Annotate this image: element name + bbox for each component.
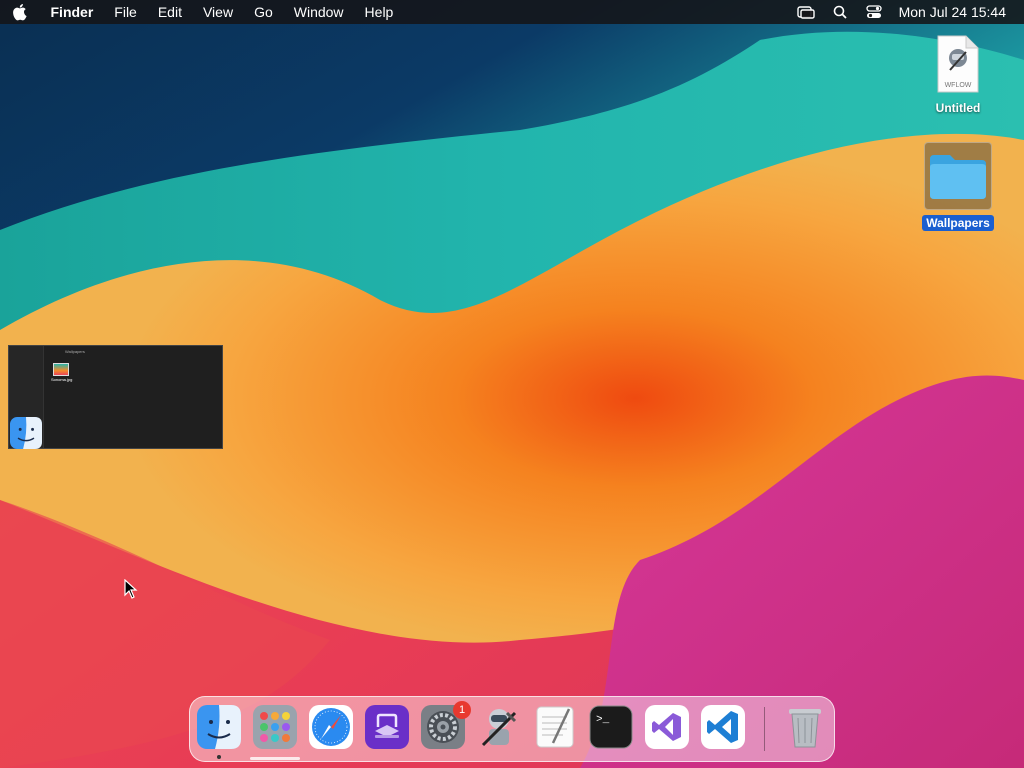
menu-help[interactable]: Help [354,0,404,24]
desktop-icon-untitled[interactable]: WFLOW Untitled [913,34,1003,117]
trash-icon [789,709,821,748]
finder-icon [10,417,42,449]
dock-vscode[interactable] [701,705,745,749]
svg-text:>_: >_ [596,714,610,726]
visual-studio-icon [365,705,409,749]
dock-automator[interactable] [477,705,521,749]
terminal-icon: >_ [589,705,633,749]
vscode-icon [701,705,745,749]
dock-system-settings[interactable]: 1 [421,701,471,749]
finder-icon [197,705,241,749]
workflow-document-icon: WFLOW [937,35,979,93]
launchpad-icon [253,705,297,749]
desktop-icon-label: Untitled [935,101,981,115]
mouse-cursor-icon [124,579,138,599]
search-icon[interactable] [823,0,857,24]
safari-icon [309,705,353,749]
control-center-icon[interactable] [857,0,891,24]
dock-separator [764,707,765,751]
menu-bar: Finder File Edit View Go Window Help Mon… [0,0,1024,24]
menu-window[interactable]: Window [283,0,354,24]
textedit-icon [536,706,574,748]
selection-highlight [924,142,992,210]
menu-go[interactable]: Go [244,0,284,24]
running-indicator [217,755,221,759]
visual-studio-purple-icon [645,705,689,749]
menu-edit[interactable]: Edit [147,0,192,24]
menu-app-name[interactable]: Finder [40,0,104,24]
notification-badge: 1 [453,701,471,719]
screen-mirroring-icon[interactable] [789,0,823,24]
thumbnail-file-preview [53,363,69,376]
dock-textedit[interactable] [533,705,577,749]
automator-icon [481,709,517,747]
finder-window-thumbnail[interactable]: Wallpapers Sonoma.jpg [8,345,223,449]
desktop-icon-wallpapers[interactable]: Wallpapers [913,142,1003,232]
thumbnail-file-label: Sonoma.jpg [51,377,73,382]
menu-file[interactable]: File [104,0,148,24]
menu-view[interactable]: View [192,0,243,24]
dock-trash[interactable] [783,705,827,749]
dock-visual-studio[interactable] [365,705,409,749]
desktop-icon-label: Wallpapers [922,215,994,231]
folder-icon [930,155,986,199]
dock-terminal[interactable]: >_ [589,705,633,749]
dock-visual-studio-purple[interactable] [645,705,689,749]
svg-text:WFLOW: WFLOW [945,82,972,89]
menu-clock[interactable]: Mon Jul 24 15:44 [891,4,1024,20]
dock-finder[interactable] [197,705,241,749]
apple-menu-icon[interactable] [0,0,40,24]
dock-safari[interactable] [309,705,353,749]
dock: 1 >_ [189,696,835,762]
thumbnail-title: Wallpapers [65,349,85,354]
dock-launchpad[interactable] [253,705,297,749]
dock-hover-indicator [250,757,300,760]
